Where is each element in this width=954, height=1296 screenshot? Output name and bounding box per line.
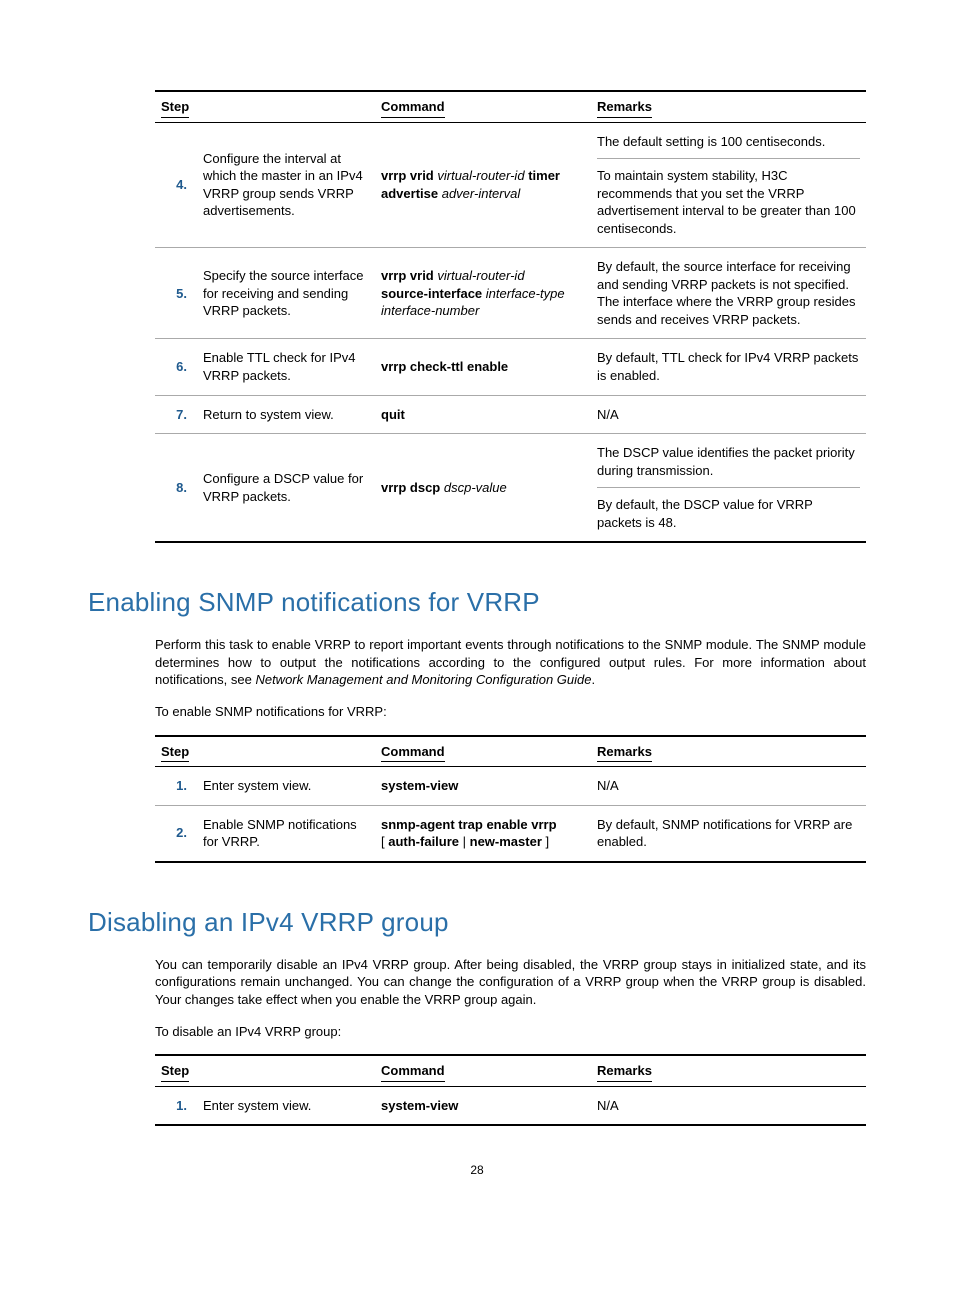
step-desc: Return to system view. — [197, 395, 375, 434]
step-command: vrrp vrid virtual-router-id timer advert… — [375, 122, 591, 248]
step-remarks: By default, TTL check for IPv4 VRRP pack… — [591, 339, 866, 395]
step-command: vrrp vrid virtual-router-id source-inter… — [375, 248, 591, 339]
heading-enable-snmp: Enabling SNMP notifications for VRRP — [88, 585, 866, 620]
step-desc: Enable SNMP notifications for VRRP. — [197, 805, 375, 862]
th-remarks: Remarks — [591, 736, 866, 767]
table-row: 1. Enter system view. system-view N/A — [155, 1086, 866, 1125]
step-command: system-view — [375, 1086, 591, 1125]
step-command: vrrp check-ttl enable — [375, 339, 591, 395]
paragraph: Perform this task to enable VRRP to repo… — [155, 636, 866, 689]
th-step: Step — [155, 1055, 375, 1086]
step-remarks: N/A — [591, 767, 866, 806]
table-vrrp-packet-attrs-continued: Step Command Remarks 4. Configure the in… — [155, 90, 866, 543]
heading-disable-vrrp: Disabling an IPv4 VRRP group — [88, 905, 866, 940]
table-disable-vrrp: Step Command Remarks 1. Enter system vie… — [155, 1054, 866, 1126]
paragraph: To disable an IPv4 VRRP group: — [155, 1023, 866, 1041]
table-row: 8. Configure a DSCP value for VRRP packe… — [155, 434, 866, 543]
step-desc: Enable TTL check for IPv4 VRRP packets. — [197, 339, 375, 395]
step-desc: Configure the interval at which the mast… — [197, 122, 375, 248]
step-number: 5. — [155, 248, 197, 339]
step-number: 8. — [155, 434, 197, 543]
step-remarks: N/A — [591, 1086, 866, 1125]
step-number: 4. — [155, 122, 197, 248]
th-command: Command — [375, 736, 591, 767]
step-desc: Enter system view. — [197, 767, 375, 806]
table-row: 4. Configure the interval at which the m… — [155, 122, 866, 248]
table-snmp-notifications: Step Command Remarks 1. Enter system vie… — [155, 735, 866, 863]
paragraph: To enable SNMP notifications for VRRP: — [155, 703, 866, 721]
th-step: Step — [155, 91, 375, 122]
th-command: Command — [375, 91, 591, 122]
step-remarks: N/A — [591, 395, 866, 434]
step-command: quit — [375, 395, 591, 434]
th-step: Step — [155, 736, 375, 767]
step-number: 2. — [155, 805, 197, 862]
step-desc: Specify the source interface for receivi… — [197, 248, 375, 339]
th-command: Command — [375, 1055, 591, 1086]
step-desc: Configure a DSCP value for VRRP packets. — [197, 434, 375, 543]
step-number: 7. — [155, 395, 197, 434]
table-row: 2. Enable SNMP notifications for VRRP. s… — [155, 805, 866, 862]
table-row: 7. Return to system view. quit N/A — [155, 395, 866, 434]
step-command: snmp-agent trap enable vrrp [ auth-failu… — [375, 805, 591, 862]
step-command: system-view — [375, 767, 591, 806]
step-remarks: By default, the source interface for rec… — [591, 248, 866, 339]
step-remarks: By default, SNMP notifications for VRRP … — [591, 805, 866, 862]
page-number: 28 — [88, 1162, 866, 1178]
step-number: 6. — [155, 339, 197, 395]
step-number: 1. — [155, 767, 197, 806]
th-remarks: Remarks — [591, 91, 866, 122]
step-number: 1. — [155, 1086, 197, 1125]
step-command: vrrp dscp dscp-value — [375, 434, 591, 543]
table-row: 1. Enter system view. system-view N/A — [155, 767, 866, 806]
step-remarks: The DSCP value identifies the packet pri… — [591, 434, 866, 543]
step-remarks: The default setting is 100 centiseconds.… — [591, 122, 866, 248]
th-remarks: Remarks — [591, 1055, 866, 1086]
table-row: 6. Enable TTL check for IPv4 VRRP packet… — [155, 339, 866, 395]
step-desc: Enter system view. — [197, 1086, 375, 1125]
table-row: 5. Specify the source interface for rece… — [155, 248, 866, 339]
paragraph: You can temporarily disable an IPv4 VRRP… — [155, 956, 866, 1009]
